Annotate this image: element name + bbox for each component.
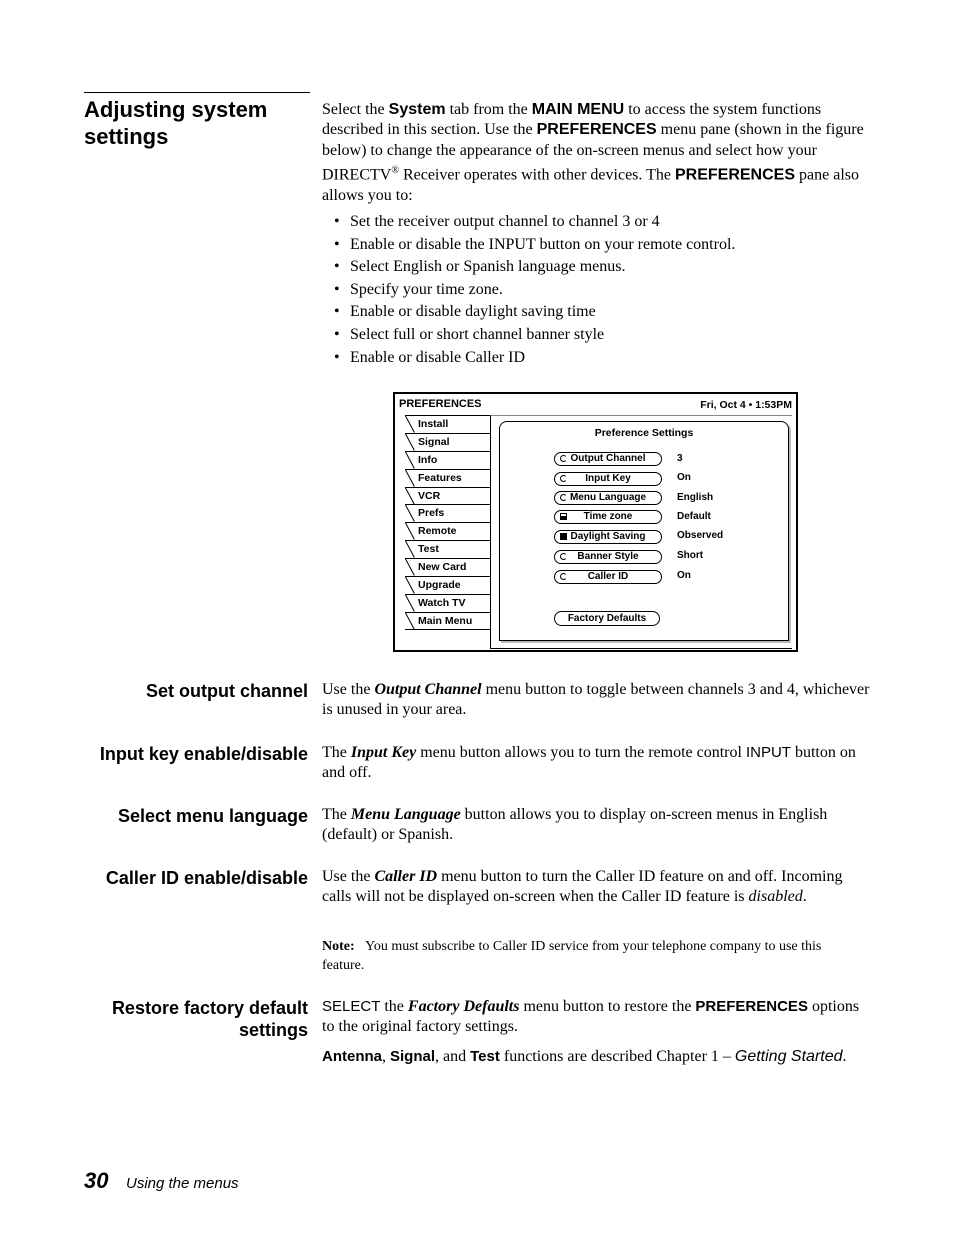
section-title: Adjusting system settings (84, 97, 268, 149)
cycle-icon (560, 552, 567, 560)
banner-style-value: Short (677, 550, 704, 561)
restore-paragraph: SELECT the Factory Defaults menu button … (322, 998, 860, 1036)
input-key-button[interactable]: Input Key (554, 471, 662, 486)
output-channel-value: 3 (677, 453, 683, 464)
tab-signal[interactable]: Signal (405, 432, 491, 451)
daylight-saving-value: Observed (677, 530, 724, 541)
footer-chapter: Using the menus (126, 1175, 239, 1192)
menu-language-button[interactable]: Menu Language (554, 491, 662, 505)
list-icon (560, 513, 567, 520)
tab-prefs[interactable]: Prefs (405, 504, 491, 523)
tab-upgrade[interactable]: Upgrade (405, 576, 491, 594)
time-zone-value: Default (677, 511, 711, 522)
tab-install[interactable]: Install (405, 415, 491, 433)
input-key-paragraph: The Input Key menu button allows you to … (322, 744, 856, 782)
tab-info[interactable]: Info (405, 450, 491, 469)
time-zone-button[interactable]: Time zone (554, 510, 662, 524)
cycle-icon (560, 494, 567, 501)
menu-language-value: English (677, 492, 714, 503)
list-item: Enable or disable the INPUT button on yo… (334, 234, 735, 257)
list-item: Set the receiver output channel to chann… (334, 211, 735, 234)
pane-title: Preference Settings (594, 427, 694, 439)
list-item: Select full or short channel banner styl… (334, 324, 735, 347)
caller-id-paragraph: Use the Caller ID menu button to turn th… (322, 868, 843, 906)
figure-title: PREFERENCES (399, 398, 482, 410)
cycle-icon (560, 474, 567, 482)
caller-id-value: On (677, 570, 691, 581)
caller-id-button[interactable]: Caller ID (554, 570, 662, 584)
list-item: Select English or Spanish language menus… (334, 256, 735, 279)
list-item: Enable or disable daylight saving time (334, 301, 735, 324)
figure-datetime: Fri, Oct 4 • 1:53PM (700, 399, 792, 411)
tab-main-menu[interactable]: Main Menu (405, 611, 491, 630)
output-channel-paragraph: Use the Output Channel menu button to to… (322, 681, 870, 719)
heading-set-output-channel: Set output channel (146, 681, 308, 701)
preferences-figure: PREFERENCES Fri, Oct 4 • 1:53PM Install … (393, 392, 798, 652)
caller-id-note: Note: You must subscribe to Caller ID se… (322, 939, 822, 973)
tab-watch-tv[interactable]: Watch TV (405, 593, 491, 612)
factory-defaults-button[interactable]: Factory Defaults (554, 611, 660, 626)
menu-tabs: Install Signal Info Features VCR Prefs R… (405, 415, 491, 630)
intro-paragraph: Select the System tab from the MAIN MENU… (322, 101, 864, 204)
tab-vcr[interactable]: VCR (405, 486, 491, 505)
input-key-value: On (677, 472, 691, 483)
heading-menu-language: Select menu language (117, 806, 308, 826)
tab-features[interactable]: Features (405, 468, 491, 487)
cycle-icon (560, 455, 567, 462)
list-item: Enable or disable Caller ID (334, 347, 735, 370)
daylight-saving-button[interactable]: Daylight Saving (554, 529, 662, 544)
tab-test[interactable]: Test (405, 540, 491, 559)
chapter-reference-paragraph: Antenna, Signal, and Test functions are … (322, 1048, 847, 1065)
preference-settings-pane: Preference Settings Output Channel 3 Inp… (499, 421, 789, 641)
section-rule (84, 92, 310, 93)
chapter-link: Getting Started (734, 1048, 843, 1065)
list-item: Specify your time zone. (334, 279, 735, 302)
checkbox-icon (560, 532, 567, 540)
heading-caller-id: Caller ID enable/disable (105, 868, 308, 888)
banner-style-button[interactable]: Banner Style (554, 549, 662, 564)
page-number: 30 (84, 1168, 109, 1193)
tab-new-card[interactable]: New Card (405, 558, 491, 577)
heading-input-key: Input key enable/disable (99, 744, 308, 764)
feature-list: Set the receiver output channel to chann… (334, 211, 735, 369)
tab-remote[interactable]: Remote (405, 522, 491, 541)
cycle-icon (560, 573, 567, 580)
heading-restore-factory: Restore factory default settings (111, 998, 308, 1040)
menu-language-paragraph: The Menu Language button allows you to d… (322, 806, 828, 844)
output-channel-button[interactable]: Output Channel (554, 452, 662, 466)
